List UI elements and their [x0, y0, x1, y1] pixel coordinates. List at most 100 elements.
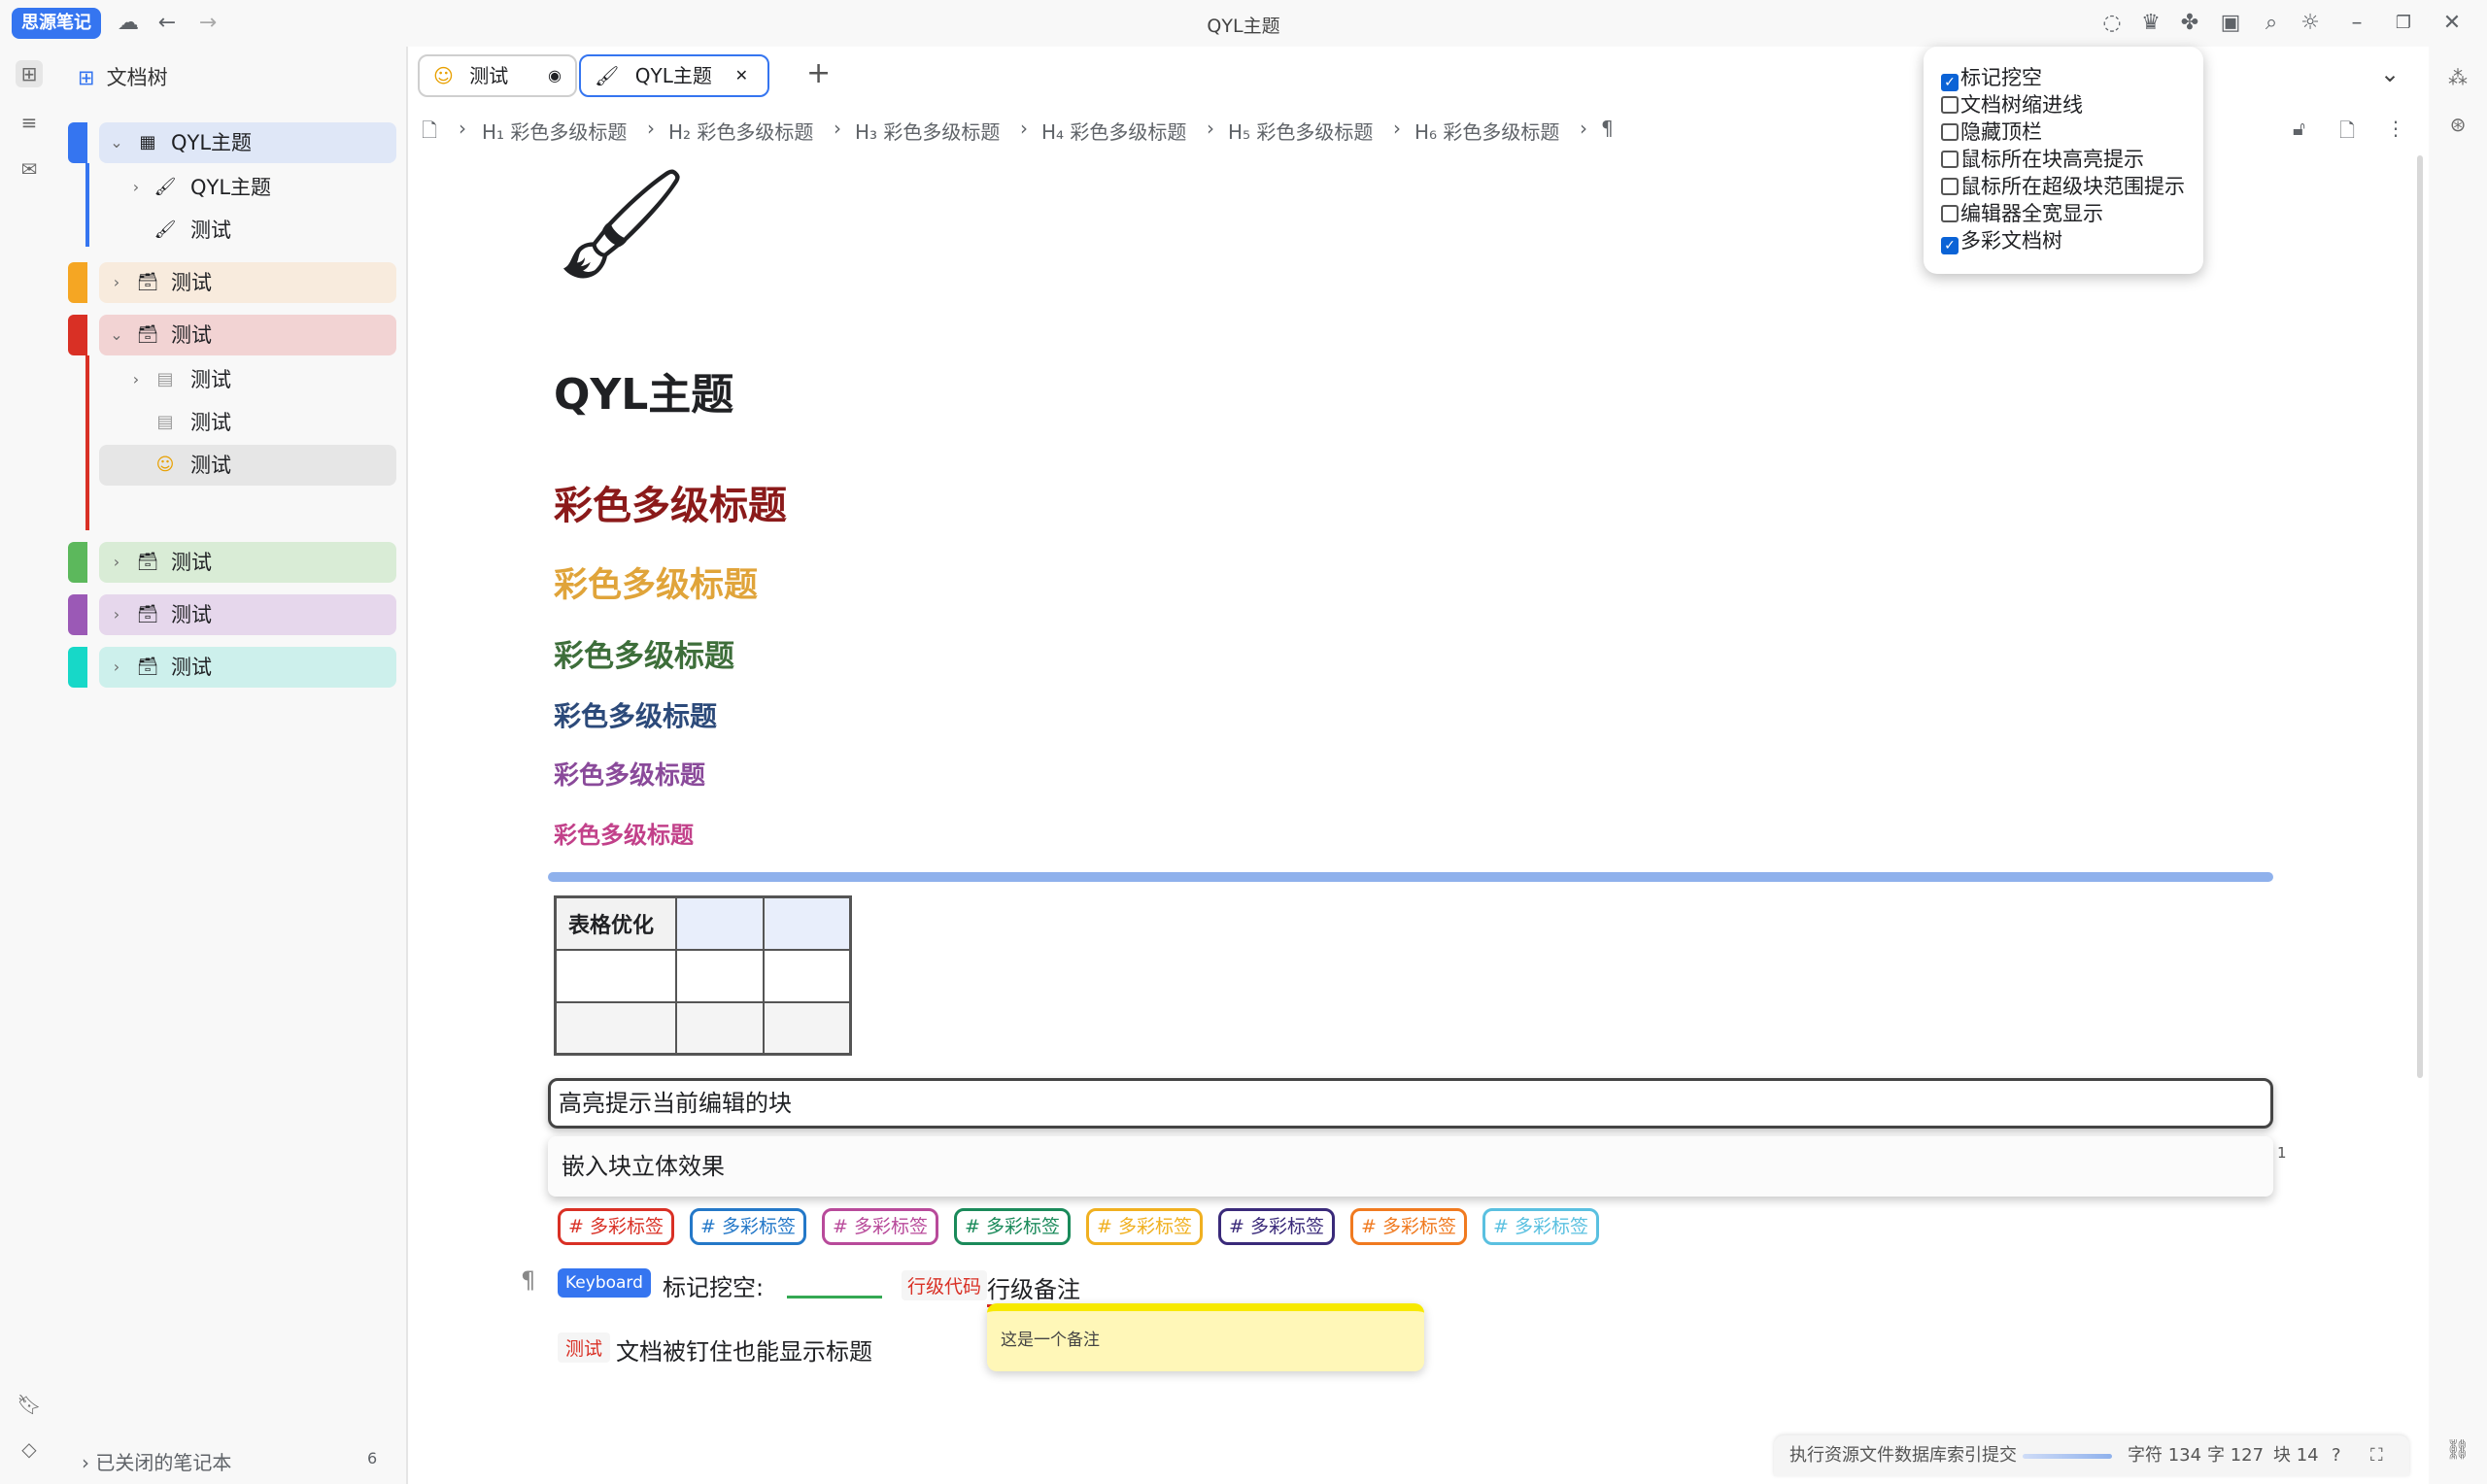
option-mark-cloze[interactable]: ✓ 标记挖空: [1941, 64, 2042, 91]
tree-item-notebook[interactable]: ⌄ ▦ QYL主题: [99, 122, 396, 163]
tree-item-notebook[interactable]: › 🗃︎ 测试: [99, 262, 396, 303]
plugin-icon[interactable]: ✤: [2176, 10, 2203, 37]
pilcrow-icon[interactable]: ¶: [521, 1266, 535, 1294]
heading-h4[interactable]: 彩色多级标题: [554, 695, 717, 734]
option-full-width[interactable]: 编辑器全宽显示: [1941, 200, 2103, 227]
chevron-right-icon[interactable]: ›: [126, 167, 146, 208]
inline-code[interactable]: 行级代码: [902, 1270, 988, 1300]
fullscreen-icon[interactable]: ⛶: [2370, 1435, 2383, 1476]
heading-h1[interactable]: 彩色多级标题: [554, 474, 787, 530]
table-header-cell[interactable]: [762, 895, 852, 951]
chevron-down-icon[interactable]: ⌄: [107, 122, 126, 163]
table-header-cell[interactable]: [674, 895, 765, 951]
more-vertical-icon[interactable]: ⋮: [2386, 117, 2405, 140]
tree-item-doc[interactable]: ▤ 测试: [99, 402, 396, 443]
tree-item-notebook[interactable]: › 🗃︎ 测试: [99, 647, 396, 688]
breadcrumb-item[interactable]: H₆ 彩色多级标题: [1414, 117, 1559, 145]
tab-list-chevron-icon[interactable]: ⌄: [2380, 60, 2400, 87]
heading-h5[interactable]: 彩色多级标题: [554, 756, 705, 792]
chevron-right-icon[interactable]: ›: [126, 359, 146, 400]
embed-ref-count[interactable]: 1: [2277, 1144, 2287, 1162]
unsaved-dot-icon[interactable]: ◉: [548, 56, 562, 95]
bookmark-dock-icon[interactable]: 🔖︎: [16, 1391, 43, 1418]
checkbox-checked-icon[interactable]: ✓: [1941, 74, 1959, 91]
global-graph-icon[interactable]: ⊛: [2444, 111, 2471, 138]
chevron-right-icon[interactable]: ›: [107, 594, 126, 635]
back-arrow-icon[interactable]: ←: [153, 10, 181, 37]
data-table[interactable]: 表格优化: [554, 895, 852, 1056]
breadcrumb-item[interactable]: H₁ 彩色多级标题: [482, 117, 627, 145]
doc-file-icon[interactable]: 🗋: [422, 117, 437, 150]
breadcrumb-item[interactable]: H₃ 彩色多级标题: [855, 117, 1000, 145]
closed-notebooks-toggle[interactable]: › 已关闭的笔记本: [82, 1447, 231, 1475]
crown-icon[interactable]: ♛: [2137, 10, 2164, 37]
option-block-highlight[interactable]: 鼠标所在块高亮提示: [1941, 146, 2144, 173]
checkbox-icon[interactable]: [1941, 123, 1959, 141]
tab-test[interactable]: ☺ 测试 ◉: [418, 54, 577, 97]
theme-sun-icon[interactable]: ☼: [2297, 10, 2324, 37]
checkbox-icon[interactable]: [1941, 151, 1959, 168]
chevron-down-icon[interactable]: ⌄: [107, 315, 126, 355]
tree-item-notebook[interactable]: › 🗃︎ 测试: [99, 542, 396, 583]
breadcrumb-item[interactable]: H₄ 彩色多级标题: [1041, 117, 1186, 145]
app-logo-button[interactable]: 思源笔记: [12, 8, 101, 39]
table-cell[interactable]: [762, 1000, 852, 1056]
inline-memo[interactable]: 行级备注: [987, 1270, 1080, 1307]
colorful-tag[interactable]: # 多彩标签: [1482, 1208, 1599, 1245]
tree-item-notebook[interactable]: ⌄ 🗃︎ 测试: [99, 315, 396, 355]
forward-arrow-icon[interactable]: →: [194, 10, 221, 37]
table-cell[interactable]: [674, 1000, 765, 1056]
checkbox-icon[interactable]: [1941, 205, 1959, 222]
ai-icon[interactable]: ◌: [2098, 10, 2126, 37]
terminal-icon[interactable]: ▣: [2217, 10, 2244, 37]
mark-label[interactable]: 标记挖空:: [663, 1268, 764, 1302]
tree-item-doc[interactable]: 🖌︎ 测试: [99, 210, 396, 251]
close-window-icon[interactable]: ✕: [2438, 10, 2466, 37]
new-tab-plus-icon[interactable]: +: [806, 56, 831, 90]
tree-item-doc[interactable]: › ▤ 测试: [99, 359, 396, 400]
inbox-dock-icon[interactable]: ✉: [16, 155, 43, 183]
colorful-tag[interactable]: # 多彩标签: [1086, 1208, 1203, 1245]
option-colorful-tree[interactable]: ✓ 多彩文档树: [1941, 227, 2062, 254]
search-icon[interactable]: ⌕: [2258, 10, 2285, 37]
table-cell[interactable]: [674, 948, 765, 1003]
lock-icon[interactable]: 🔓︎: [2293, 117, 2305, 140]
doc-title[interactable]: QYL主题: [554, 359, 733, 422]
chevron-right-icon[interactable]: ›: [107, 542, 126, 583]
editor-scrollbar[interactable]: [2417, 155, 2423, 1078]
table-cell[interactable]: [762, 948, 852, 1003]
option-hide-topbar[interactable]: 隐藏顶栏: [1941, 118, 2042, 146]
colorful-tag[interactable]: # 多彩标签: [1218, 1208, 1335, 1245]
heading-h6[interactable]: 彩色多级标题: [554, 816, 694, 850]
breadcrumb-item[interactable]: H₂ 彩色多级标题: [668, 117, 813, 145]
table-cell[interactable]: [554, 948, 677, 1003]
restore-icon[interactable]: ❐: [2390, 10, 2417, 37]
pinned-text[interactable]: 文档被钉住也能显示标题: [616, 1332, 872, 1366]
heading-h2[interactable]: 彩色多级标题: [554, 557, 758, 607]
checkbox-checked-icon[interactable]: ✓: [1941, 237, 1959, 254]
link-icon[interactable]: ⛓︎: [2444, 1435, 2471, 1463]
close-tab-icon[interactable]: ✕: [735, 56, 748, 95]
table-header-cell[interactable]: 表格优化: [554, 895, 677, 951]
heading-h3[interactable]: 彩色多级标题: [554, 631, 734, 675]
breadcrumb-item[interactable]: H₅ 彩色多级标题: [1228, 117, 1373, 145]
tree-item-doc[interactable]: › 🖌︎ QYL主题: [99, 167, 396, 208]
outline-dock-icon[interactable]: ≡: [16, 109, 43, 136]
pinned-badge[interactable]: 测试: [558, 1332, 611, 1363]
mark-cloze-blank[interactable]: [787, 1296, 882, 1298]
filetree-dock-icon[interactable]: ⊞: [16, 60, 43, 87]
option-tree-indent[interactable]: 文档树缩进线: [1941, 91, 2083, 118]
colorful-tag[interactable]: # 多彩标签: [954, 1208, 1071, 1245]
tag-dock-icon[interactable]: ◇: [16, 1435, 43, 1463]
pilcrow-icon[interactable]: ¶: [1601, 117, 1614, 140]
colorful-tag[interactable]: # 多彩标签: [690, 1208, 806, 1245]
brush-icon[interactable]: 🖌︎: [554, 165, 690, 282]
checkbox-icon[interactable]: [1941, 96, 1959, 114]
tree-item-doc[interactable]: ☺ 测试: [99, 445, 396, 486]
checkbox-icon[interactable]: [1941, 178, 1959, 195]
minimize-icon[interactable]: –: [2343, 10, 2370, 37]
help-icon[interactable]: ?: [2332, 1435, 2341, 1476]
graph-icon[interactable]: ⁂: [2444, 64, 2471, 91]
embed-block[interactable]: 嵌入块立体效果: [548, 1136, 2273, 1197]
doc-info-icon[interactable]: 🗋: [2339, 117, 2355, 150]
